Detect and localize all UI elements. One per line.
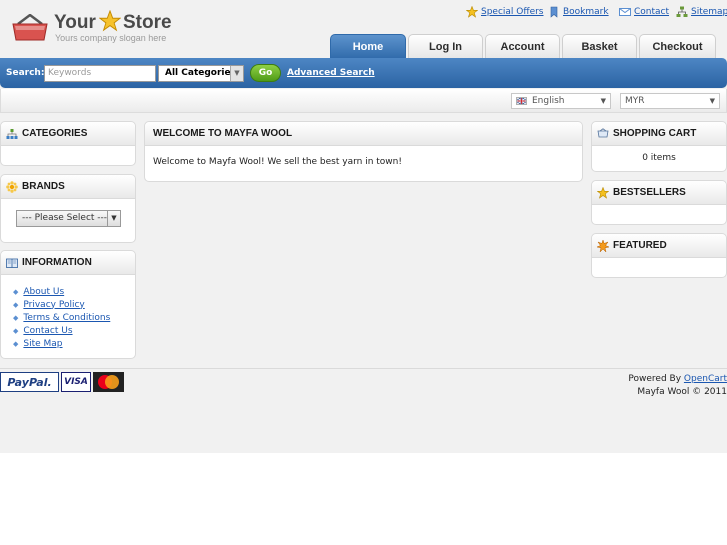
logo-word-2: Store [123,12,172,33]
information-box: INFORMATION ◆ About Us ◆ Privacy Policy ◆ T… [0,250,136,359]
diamond-bullet-icon: ◆ [13,313,19,322]
terms-link[interactable]: Terms & Conditions [23,313,110,323]
powered-by-line: Powered By OpenCart [628,373,727,386]
go-button[interactable]: Go [250,64,281,82]
brands-icon [6,180,18,193]
featured-box: FEATURED [591,233,727,278]
sitemap-link[interactable]: Sitemap [676,5,727,19]
welcome-text: Welcome to Mayfa Wool! We sell the best … [153,157,402,167]
contact-link[interactable]: Contact [619,5,669,19]
about-us-link[interactable]: About Us [23,287,64,297]
information-list: ◆ About Us ◆ Privacy Policy ◆ Terms & Condi… [13,285,110,350]
brands-box: BRANDS --- Please Select --- ▼ [0,174,136,243]
basket-icon [12,14,48,41]
locale-bar: English ▼ MYR ▼ [0,89,727,113]
information-item-about[interactable]: ◆ About Us [13,285,110,298]
logo-word-1: Your [54,12,96,33]
site-map-link[interactable]: Site Map [23,339,62,349]
bookmark-link[interactable]: Bookmark [548,5,609,19]
brand-select[interactable]: --- Please Select --- ▼ [16,210,121,227]
category-select-value: All Categories [165,68,236,78]
mastercard-circles-icon [98,375,119,389]
footer-credits: Powered By OpenCart Mayfa Wool © 2011 [628,373,727,399]
information-item-privacy[interactable]: ◆ Privacy Policy [13,298,110,311]
visa-logo: VISA [61,372,91,392]
diamond-bullet-icon: ◆ [13,300,19,309]
currency-select[interactable]: MYR ▼ [620,93,720,109]
categories-title: CATEGORIES [22,128,88,139]
bookmark-icon [550,6,558,18]
bestsellers-header: BESTSELLERS [592,181,726,205]
brand-select-value: --- Please Select --- [22,213,108,223]
brands-title: BRANDS [22,181,65,192]
star-icon [597,186,609,199]
contact-us-link[interactable]: Contact Us [23,326,72,336]
tab-login[interactable]: Log In [408,34,483,59]
opencart-link[interactable]: OpenCart [684,374,727,384]
book-icon [6,258,18,268]
uk-flag-icon [516,97,527,105]
copyright: Mayfa Wool © 2011 [637,387,727,397]
information-item-contact[interactable]: ◆ Contact Us [13,324,110,337]
search-input[interactable]: Keywords [44,65,156,82]
cart-item-count[interactable]: 0 items [592,153,726,163]
welcome-header: WELCOME TO MAYFA WOOL [145,122,582,146]
special-offers-link[interactable]: Special Offers [466,5,544,19]
diamond-bullet-icon: ◆ [13,287,19,296]
powered-by-text: Powered By [628,374,682,384]
search-label: Search: [6,68,45,78]
advanced-search-link[interactable]: Advanced Search [287,68,375,78]
categories-box: CATEGORIES [0,121,136,166]
featured-title: FEATURED [613,240,667,251]
brands-header: BRANDS [1,175,135,199]
currency-value: MYR [625,96,645,106]
language-value: English [532,96,565,106]
chevron-down-icon: ▼ [107,211,120,226]
footer-divider [0,368,727,369]
diamond-bullet-icon: ◆ [13,339,19,348]
tab-basket[interactable]: Basket [562,34,637,59]
information-item-terms[interactable]: ◆ Terms & Conditions [13,311,110,324]
payment-methods: PayPal. VISA [0,372,124,392]
categories-icon [6,128,18,139]
store-logo[interactable]: Your Store Yours company slogan here [12,10,182,50]
privacy-policy-link[interactable]: Privacy Policy [23,300,84,310]
shopping-cart-title: SHOPPING CART [613,128,697,139]
paypal-logo: PayPal. [0,372,59,392]
tab-checkout[interactable]: Checkout [639,34,716,59]
mail-icon [619,8,631,16]
shopping-cart-header: SHOPPING CART [592,122,726,146]
information-header: INFORMATION [1,251,135,275]
logo-slogan: Yours company slogan here [55,33,167,43]
burst-icon [597,239,609,252]
categories-header: CATEGORIES [1,122,135,146]
category-select[interactable]: All Categories ▼ [158,65,244,82]
featured-header: FEATURED [592,234,726,258]
star-logo-icon [99,10,121,32]
diamond-bullet-icon: ◆ [13,326,19,335]
information-item-sitemap[interactable]: ◆ Site Map [13,337,110,350]
chevron-down-icon: ▼ [600,97,606,105]
chevron-down-icon: ▼ [230,66,243,81]
search-bar: Search: Keywords All Categories ▼ Go Adv… [0,58,727,88]
tab-account[interactable]: Account [485,34,560,59]
information-title: INFORMATION [22,257,92,268]
bestsellers-title: BESTSELLERS [613,187,686,198]
shopping-cart-box: SHOPPING CART 0 items [591,121,727,172]
star-icon [466,6,478,18]
mastercard-logo [93,372,124,392]
chevron-down-icon: ▼ [709,97,715,105]
top-links: Special Offers Bookmark Contact Sitemap [466,5,727,19]
cart-icon [597,127,609,137]
tab-home[interactable]: Home [330,34,406,59]
bestsellers-box: BESTSELLERS [591,180,727,225]
sitemap-icon [676,6,688,17]
page: Your Store Yours company slogan here Spe… [0,0,727,453]
page-title: WELCOME TO MAYFA WOOL [153,128,293,139]
welcome-box: WELCOME TO MAYFA WOOL Welcome to Mayfa W… [144,121,583,182]
language-select[interactable]: English ▼ [511,93,611,109]
